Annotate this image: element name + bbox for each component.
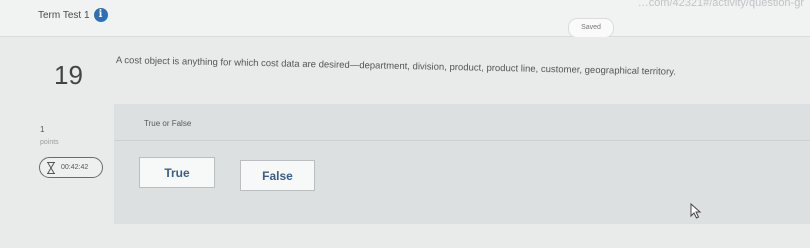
question-type-label: True or False: [144, 119, 192, 128]
true-button[interactable]: True: [139, 157, 215, 188]
hourglass-icon: [47, 161, 55, 174]
points-value: 1: [40, 125, 45, 134]
mouse-cursor-icon: [690, 203, 702, 219]
saved-status-badge: Saved: [568, 18, 614, 38]
assignment-title-text: Term Test 1: [38, 9, 90, 21]
info-icon[interactable]: i: [93, 8, 108, 22]
question-number: 19: [54, 60, 83, 90]
points-label: points: [40, 139, 59, 146]
answer-panel: [114, 104, 810, 224]
false-button[interactable]: False: [240, 160, 315, 191]
timer-text: 00:42:42: [61, 164, 89, 171]
top-bar: …com/42321#/activity/question-gr Term Te…: [0, 0, 810, 38]
url-fragment: …com/42321#/activity/question-gr: [637, 0, 804, 9]
assignment-title: Term Test 1 i: [38, 8, 108, 22]
timer-badge[interactable]: 00:42:42: [39, 157, 103, 178]
points-indicator: 1 points: [40, 123, 59, 149]
divider: [114, 140, 810, 141]
